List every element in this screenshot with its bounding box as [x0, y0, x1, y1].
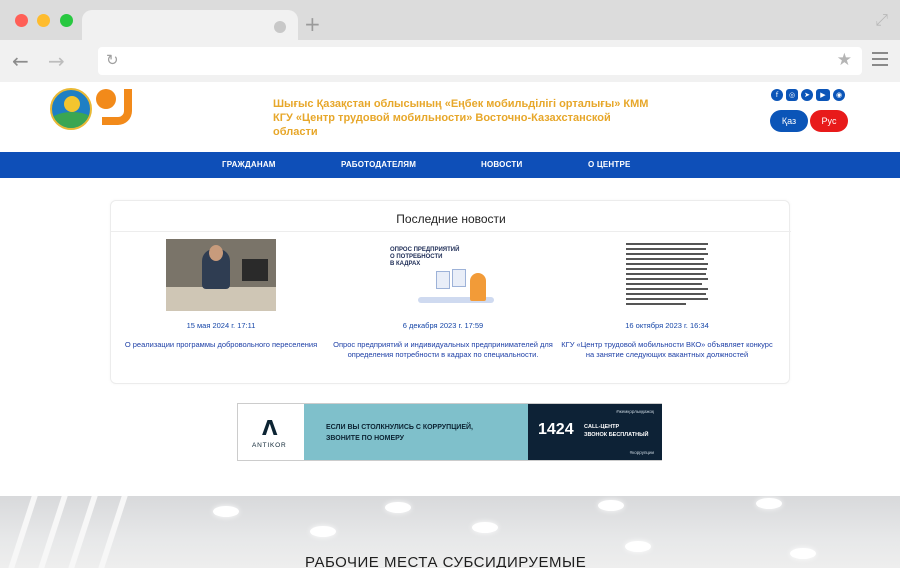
lang-ru-button[interactable]: Рус: [810, 110, 848, 132]
browser-toolbar: ← → ↻ ★: [0, 40, 900, 82]
social-links: f ◎ ➤ ▶ ◉: [771, 89, 845, 101]
news-item[interactable]: 15 мая 2024 г. 17:11 О реализации програ…: [111, 239, 331, 350]
maximize-window-button[interactable]: [60, 14, 73, 27]
banner-text-line1: ЕСЛИ ВЫ СТОЛКНУЛИСЬ С КОРРУПЦИЕЙ,: [326, 424, 473, 431]
banner-hashtag-top: #жемқорлыққажоқ: [616, 409, 654, 414]
lang-kz-button[interactable]: Қаз: [770, 110, 808, 132]
ceiling-lamp: [310, 526, 336, 537]
minimize-window-button[interactable]: [37, 14, 50, 27]
hotline-number: 1424: [538, 421, 574, 438]
antikor-logo: Λ ANTIKOR: [238, 404, 304, 460]
banner-text-line2: ЗВОНИТЕ ПО НОМЕРУ: [326, 435, 405, 442]
antikor-mark-icon: Λ: [262, 416, 278, 440]
news-image[interactable]: [612, 239, 722, 311]
hero-section: РАБОЧИЕ МЕСТА СУБСИДИРУЕМЫЕ: [0, 496, 900, 568]
address-bar[interactable]: ↻ ★: [98, 47, 862, 75]
main-nav: ГРАЖДАНАМ РАБОТОДАТЕЛЯМ НОВОСТИ О ЦЕНТРЕ: [0, 152, 900, 178]
news-link[interactable]: КГУ «Центр трудовой мобильности ВКО» объ…: [557, 340, 777, 360]
browser-tab[interactable]: [82, 10, 298, 40]
news-link[interactable]: О реализации программы добровольного пер…: [111, 340, 331, 350]
close-window-button[interactable]: [15, 14, 28, 27]
latest-news-heading: Последние новости: [396, 212, 506, 226]
latest-news-section: Последние новости 15 мая 2024 г. 17:11 О…: [110, 200, 791, 384]
instagram-icon[interactable]: ◎: [786, 89, 798, 101]
ceiling-lamp: [598, 500, 624, 511]
web-page: Шығыс Қазақстан облысының «Еңбек мобильд…: [0, 82, 900, 568]
ceiling-lamp: [385, 502, 411, 513]
news-image[interactable]: [166, 239, 276, 311]
ceiling-lamp: [472, 522, 498, 533]
site-title: Шығыс Қазақстан облысының «Еңбек мобильд…: [273, 97, 653, 139]
news-date: 6 декабря 2023 г. 17:59: [402, 321, 484, 330]
nav-item-citizens[interactable]: ГРАЖДАНАМ: [222, 160, 276, 169]
center-logo[interactable]: [94, 87, 138, 131]
telegram-icon[interactable]: ➤: [801, 89, 813, 101]
news-item[interactable]: 16 октября 2023 г. 16:34 КГУ «Центр труд…: [557, 239, 777, 360]
browser-menu-icon[interactable]: [872, 52, 888, 66]
banner-hashtag-bottom: #коррупции: [629, 450, 654, 455]
survey-image-text: ОПРОС ПРЕДПРИЯТИЙ О ПОТРЕБНОСТИ В КАДРАХ: [390, 247, 460, 267]
news-date: 15 мая 2024 г. 17:11: [186, 321, 256, 330]
news-date: 16 октября 2023 г. 16:34: [625, 321, 709, 330]
site-header: Шығыс Қазақстан облысының «Еңбек мобильд…: [0, 82, 900, 152]
antikor-banner[interactable]: Λ ANTIKOR ЕСЛИ ВЫ СТОЛКНУЛИСЬ С КОРРУПЦИ…: [237, 403, 662, 461]
eye-icon[interactable]: ◉: [833, 89, 845, 101]
divider: [111, 231, 791, 232]
forward-button[interactable]: →: [48, 49, 65, 73]
new-tab-button[interactable]: +: [304, 12, 321, 36]
nav-item-about[interactable]: О ЦЕНТРЕ: [588, 160, 631, 169]
region-emblem-logo[interactable]: [50, 88, 92, 130]
antikor-brand: ANTIKOR: [252, 442, 287, 449]
ceiling-lamp: [625, 541, 651, 552]
ceiling-lamp: [790, 548, 816, 559]
reload-icon[interactable]: ↻: [106, 51, 119, 69]
call-center-label: CALL-ЦЕНТР: [584, 424, 620, 430]
back-button[interactable]: ←: [12, 49, 29, 73]
fullscreen-icon[interactable]: ⤢: [875, 10, 888, 30]
nav-item-news[interactable]: НОВОСТИ: [481, 160, 522, 169]
hero-title: РАБОЧИЕ МЕСТА СУБСИДИРУЕМЫЕ: [305, 554, 587, 568]
nav-item-employers[interactable]: РАБОТОДАТЕЛЯМ: [341, 160, 416, 169]
youtube-icon[interactable]: ▶: [816, 89, 830, 101]
ceiling-lamp: [213, 506, 239, 517]
site-title-kz: Шығыс Қазақстан облысының «Еңбек мобильд…: [273, 98, 649, 110]
facebook-icon[interactable]: f: [771, 89, 783, 101]
news-image[interactable]: ОПРОС ПРЕДПРИЯТИЙ О ПОТРЕБНОСТИ В КАДРАХ: [388, 239, 498, 311]
site-title-ru: КГУ «Центр трудовой мобильности» Восточн…: [273, 112, 611, 138]
browser-chrome: + ⤢ ← → ↻ ★: [0, 0, 900, 82]
news-link[interactable]: Опрос предприятий и индивидуальных предп…: [333, 340, 553, 360]
ceiling-lamp: [756, 498, 782, 509]
tab-close-icon[interactable]: [274, 21, 286, 33]
bookmark-star-icon[interactable]: ★: [837, 50, 852, 70]
news-item[interactable]: ОПРОС ПРЕДПРИЯТИЙ О ПОТРЕБНОСТИ В КАДРАХ…: [333, 239, 553, 360]
banner-callcenter: #жемқорлыққажоқ 1424 CALL-ЦЕНТР ЗВОНОК Б…: [528, 404, 662, 460]
banner-message: ЕСЛИ ВЫ СТОЛКНУЛИСЬ С КОРРУПЦИЕЙ, ЗВОНИТ…: [304, 404, 528, 460]
free-call-label: ЗВОНОК БЕСПЛАТНЫЙ: [584, 432, 649, 438]
